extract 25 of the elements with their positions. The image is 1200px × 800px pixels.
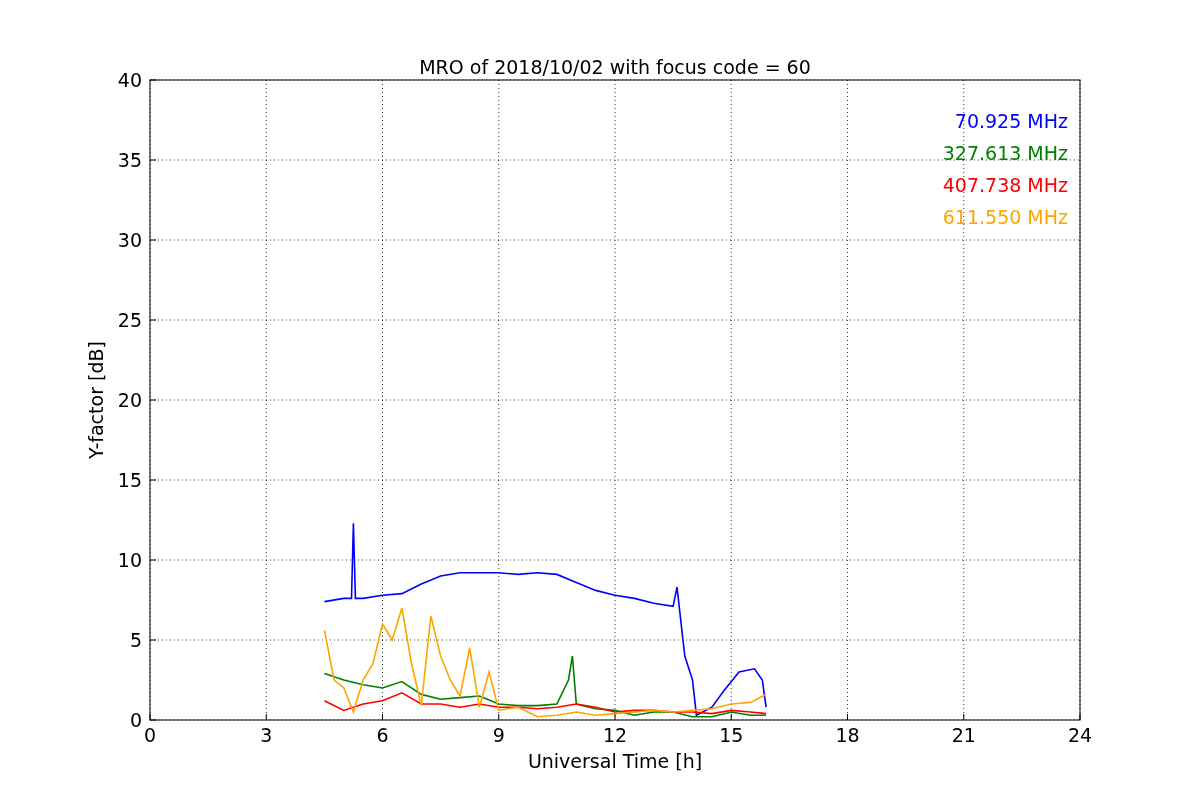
x-tick-label: 0 <box>143 724 157 746</box>
y-axis-label: Y-factor [dB] <box>85 341 107 459</box>
legend-label: 407.738 MHz <box>942 174 1068 196</box>
y-tick-label: 15 <box>117 469 142 491</box>
y-tick-label: 10 <box>117 549 142 571</box>
y-tick-label: 35 <box>117 149 142 171</box>
x-tick-label: 24 <box>1067 724 1093 746</box>
x-axis-label: Universal Time [h] <box>527 750 703 772</box>
x-tick-label: 12 <box>602 724 628 746</box>
legend-label: 327.613 MHz <box>942 142 1068 164</box>
x-tick-label: 15 <box>719 724 744 746</box>
legend-label: 611.550 MHz <box>942 206 1068 228</box>
chart-title: MRO of 2018/10/02 with focus code = 60 <box>419 56 811 78</box>
legend-label: 70.925 MHz <box>954 110 1068 132</box>
y-tick-label: 40 <box>117 69 142 91</box>
x-tick-label: 21 <box>951 724 976 746</box>
y-tick-label: 5 <box>129 629 142 651</box>
x-tick-label: 18 <box>835 724 860 746</box>
y-tick-label: 25 <box>117 309 142 331</box>
x-tick-label: 6 <box>376 724 389 746</box>
y-tick-label: 20 <box>117 389 142 411</box>
x-tick-label: 9 <box>492 724 505 746</box>
y-tick-label: 30 <box>117 229 142 251</box>
x-tick-label: 3 <box>260 724 273 746</box>
y-tick-label: 0 <box>129 709 142 731</box>
